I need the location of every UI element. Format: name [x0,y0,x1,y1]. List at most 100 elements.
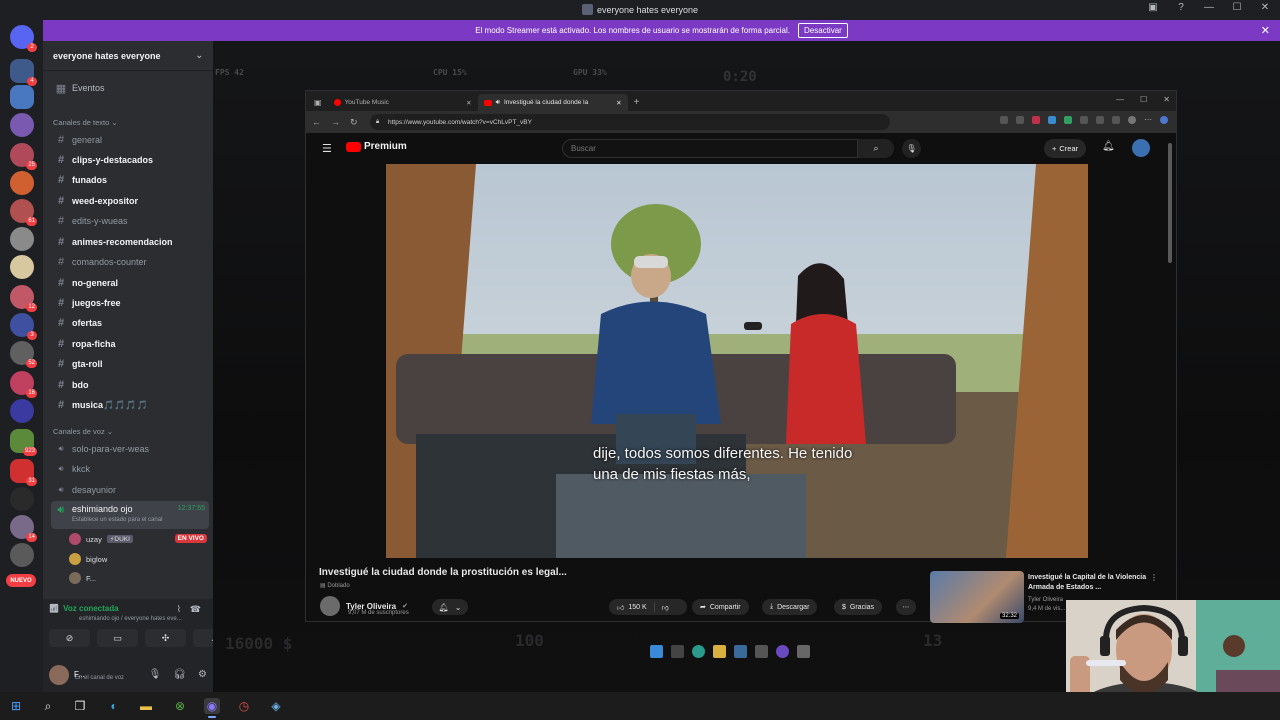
channel-item[interactable]: # animes-recomendacion [51,233,209,251]
share-button[interactable]: ➦ Compartir [692,599,749,615]
home-icon[interactable]: 2 [10,25,37,52]
extension-icon[interactable] [1000,116,1008,124]
download-button[interactable]: ⤓ Descargar [762,599,818,615]
guild-header[interactable]: everyone hates everyone ⌄ [43,41,213,71]
minimize-icon[interactable]: — [1202,2,1216,13]
voice-user[interactable]: F... [69,570,96,586]
channel-item[interactable]: # no-general [51,274,209,292]
search-input[interactable]: Buscar [562,139,858,158]
channel-item[interactable]: # juegos-free [51,294,209,312]
screen-share-button[interactable]: ▭ [97,629,138,647]
settings-icon[interactable]: ⚙ [198,669,207,680]
camera-off-button[interactable]: ⊘ [49,629,90,647]
close-icon[interactable]: ✕ [1163,95,1170,104]
channel-item[interactable]: # comandos-counter [51,253,209,271]
menu-icon[interactable]: ☰ [322,142,332,155]
copilot-icon[interactable] [1160,116,1168,124]
help-icon[interactable]: ? [1174,2,1188,13]
server-icon[interactable] [10,85,34,109]
refresh-icon[interactable]: ↻ [350,117,358,128]
video-player[interactable] [386,164,1088,558]
channel-item[interactable]: # musica🎵🎵🎵🎵 [51,396,209,414]
server-icon[interactable] [10,255,34,279]
tab-youtube-music[interactable]: YouTube Music ✕ [328,94,478,111]
discord-icon[interactable]: ◉ [204,698,220,718]
server-icon[interactable]: 923 [10,429,37,456]
extension-icon[interactable] [1096,116,1104,124]
server-icon[interactable]: 31 [10,459,37,486]
voice-channel-item[interactable]: 🔊︎ kkck [51,460,209,478]
create-button[interactable]: + Crear [1044,139,1087,158]
youtube-logo[interactable]: Premium [346,141,407,152]
channel-item[interactable]: # weed-expositor [51,192,209,210]
disconnect-icon[interactable]: ☎ [190,604,201,615]
search-icon[interactable]: ⌕ [40,698,56,714]
headphones-icon[interactable]: 🎧︎ [173,669,186,680]
close-icon[interactable]: ✕ [1258,2,1272,13]
microphone-icon[interactable]: 🎙︎ [149,669,162,680]
subscription-bell-button[interactable]: 🔔︎ ⌄ [432,599,468,615]
server-icon[interactable]: 61 [10,199,37,226]
like-button[interactable]: 👍︎ 150 K 👎︎ [609,599,687,615]
task-view-icon[interactable]: ❐ [72,698,88,714]
server-icon[interactable]: 25 [10,143,37,170]
scrollbar[interactable] [1168,143,1172,263]
maximize-icon[interactable]: ☐ [1230,2,1244,13]
voice-connected-status[interactable]: 📶︎ Voz conectada [49,604,119,613]
close-icon[interactable]: ✕ [1261,24,1270,37]
back-icon[interactable]: ← [312,117,321,127]
server-icon[interactable] [10,113,34,137]
server-icon[interactable] [10,487,34,511]
voice-user[interactable]: biglow [69,551,107,567]
events-item[interactable]: ▦ Eventos [51,79,209,97]
more-icon[interactable]: ⋮ [1150,573,1158,582]
voice-status[interactable]: Establece un estado para el canal [72,517,162,523]
server-icon[interactable]: 12 [10,285,37,312]
new-tab-icon[interactable]: + [634,97,640,108]
edge-icon[interactable]: ◐ [106,698,122,714]
server-icon[interactable]: 4 [10,59,37,86]
xbox-icon[interactable]: ⊗ [172,698,188,714]
channel-item[interactable]: # bdo [51,376,209,394]
server-icon[interactable] [10,227,34,251]
more-icon[interactable]: ⋯ [1144,116,1152,124]
channel-item[interactable]: # funados [51,171,209,189]
voice-channel-item[interactable]: 🔊︎ desayunior [51,481,209,499]
extension-icon[interactable] [1032,116,1040,124]
server-icon[interactable] [10,399,34,423]
channel-item[interactable]: # gta-roll [51,355,209,373]
close-tab-icon[interactable]: ✕ [616,99,621,107]
extension-icon[interactable] [1048,116,1056,124]
extension-icon[interactable] [1064,116,1072,124]
server-icon[interactable]: 14 [10,515,37,542]
voice-user[interactable]: uzay ⚡DUKI [69,531,133,547]
noise-suppression-icon[interactable]: ⌇ [177,604,181,615]
close-tab-icon[interactable]: ✕ [466,99,471,107]
server-icon[interactable]: 3 [10,313,37,340]
minimize-icon[interactable]: — [1116,95,1124,104]
avatar[interactable] [1132,139,1150,157]
thanks-button[interactable]: $ Gracias [834,599,883,615]
app-icon[interactable]: ◷ [236,698,252,714]
star-icon[interactable] [1016,116,1024,124]
inbox-icon[interactable]: ▣ [1146,2,1160,13]
tab-actions-icon[interactable]: ▣ [314,98,322,107]
profile-icon[interactable] [1128,116,1136,124]
favorites-icon[interactable] [1112,116,1120,124]
channel-item[interactable]: # general [51,131,209,149]
server-icon[interactable] [10,171,34,195]
thumbs-down-icon[interactable]: 👎︎ [662,603,669,612]
active-voice-channel[interactable]: 🔊︎ eshimiando ojo 12:37:55 Establece un … [51,501,209,529]
avatar[interactable] [49,664,69,685]
tab-video[interactable]: 🔊︎ Investigué la ciudad donde la ✕ [477,94,628,111]
category-voice-channels[interactable]: Canales de voz ⌄ [53,427,113,436]
notifications-icon[interactable]: 🔔︎ [1102,141,1115,152]
steam-icon[interactable]: ◈ [268,698,284,714]
server-icon[interactable]: 52 [10,341,37,368]
start-icon[interactable]: ⊞ [8,698,24,714]
live-badge[interactable]: EN VIVO [174,534,207,543]
server-icon[interactable] [10,543,34,567]
voice-channel-item[interactable]: 🔊︎ solo-para-ver-weas [51,440,209,458]
channel-item[interactable]: # edits-y-wueas [51,212,209,230]
url-field[interactable]: 🔒︎ https://www.youtube.com/watch?v=vChLv… [370,114,890,130]
